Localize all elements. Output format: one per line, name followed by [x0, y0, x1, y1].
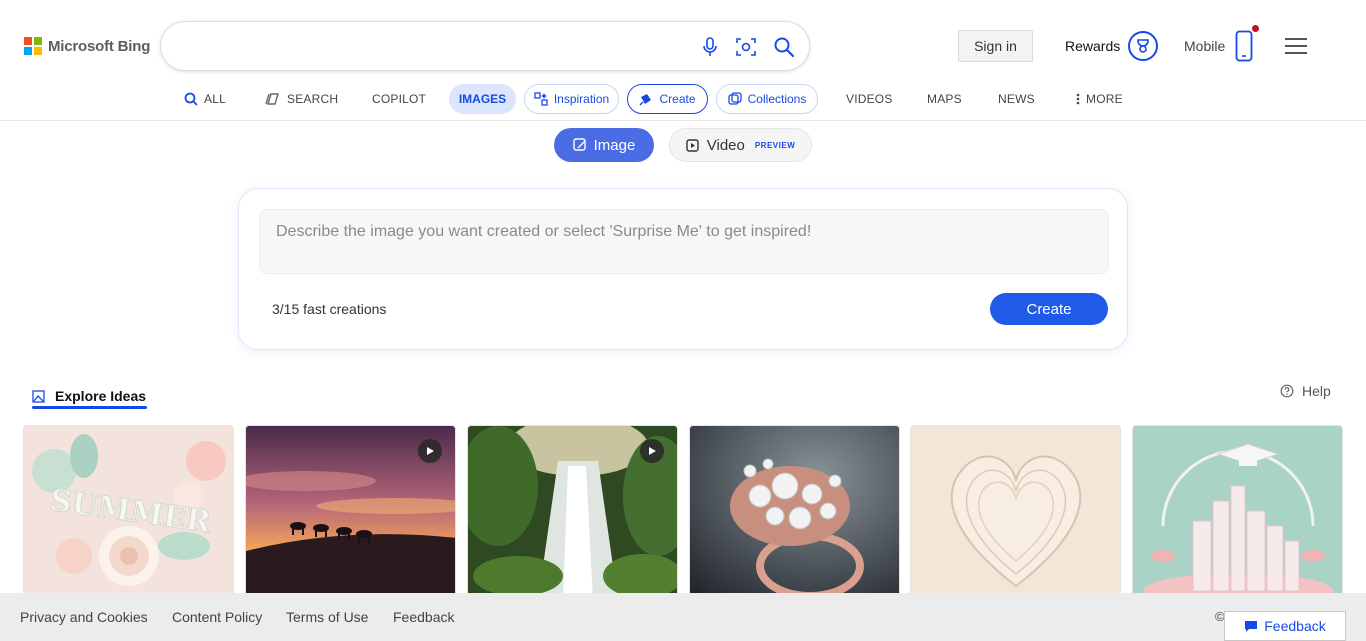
rewards-label: Rewards	[1065, 38, 1121, 54]
search-scope-icon	[265, 93, 279, 105]
search-small-icon	[184, 92, 198, 106]
tab-maps-label: MAPS	[927, 92, 962, 106]
visual-search-icon[interactable]	[734, 35, 758, 59]
image-icon	[32, 389, 45, 403]
tab-collections-label: Collections	[747, 92, 807, 106]
bing-image-creator-page: Microsoft Bing Sign in Rewards Mobile AL…	[0, 0, 1366, 641]
video-icon	[686, 138, 699, 152]
explore-item-pearl-ring[interactable]	[689, 425, 900, 600]
play-icon	[418, 439, 442, 463]
tab-create[interactable]: Create	[627, 84, 708, 114]
tab-copilot-label: COPILOT	[372, 92, 427, 106]
tab-maps[interactable]: MAPS	[927, 84, 962, 114]
more-vertical-icon	[1076, 93, 1080, 105]
rewards-button[interactable]: Rewards	[1065, 31, 1159, 61]
preview-badge: PREVIEW	[754, 140, 796, 150]
inspiration-icon	[534, 92, 548, 106]
tab-news[interactable]: NEWS	[998, 84, 1035, 114]
feedback-link[interactable]: Feedback	[393, 609, 454, 625]
tab-search[interactable]: SEARCH	[265, 84, 338, 114]
tab-news-label: NEWS	[998, 92, 1035, 106]
header: Microsoft Bing Sign in Rewards Mobile AL…	[0, 0, 1366, 121]
create-button[interactable]: Create	[990, 293, 1108, 325]
explore-ideas-label: Explore Ideas	[55, 388, 147, 404]
sign-in-button[interactable]: Sign in	[958, 30, 1033, 62]
image-mode-button[interactable]: Image	[554, 128, 654, 162]
tab-inspiration[interactable]: Inspiration	[524, 84, 619, 114]
explore-item-pastel-city[interactable]	[1132, 425, 1343, 600]
explore-tab-indicator	[32, 406, 147, 409]
tab-all[interactable]: ALL	[184, 84, 226, 114]
create-brush-icon	[639, 94, 652, 106]
search-box	[160, 21, 810, 71]
trophy-icon	[1128, 31, 1159, 61]
menu-icon[interactable]	[1285, 38, 1307, 54]
mobile-label: Mobile	[1184, 38, 1226, 54]
image-mode-label: Image	[593, 136, 636, 154]
search-icon[interactable]	[772, 35, 796, 59]
microsoft-logo-icon	[24, 37, 42, 55]
tab-search-label: SEARCH	[287, 92, 339, 106]
mobile-button[interactable]: Mobile	[1184, 25, 1260, 62]
explore-item-camels-sunset[interactable]	[245, 425, 456, 600]
content-policy-link[interactable]: Content Policy	[172, 609, 262, 625]
feedback-button-label: Feedback	[1264, 618, 1326, 634]
tab-images[interactable]: IMAGES	[449, 84, 516, 114]
video-mode-label: Video	[706, 136, 745, 154]
terms-link[interactable]: Terms of Use	[286, 609, 368, 625]
help-button[interactable]: Help	[1280, 383, 1331, 399]
fast-creations-count: 3/15 fast creations	[272, 301, 387, 317]
tab-collections[interactable]: Collections	[716, 84, 818, 114]
image-edit-icon	[572, 138, 586, 151]
video-mode-button[interactable]: Video PREVIEW	[669, 128, 812, 162]
play-icon	[640, 439, 664, 463]
tab-all-label: ALL	[204, 92, 226, 106]
tab-videos-label: VIDEOS	[846, 92, 893, 106]
collections-icon	[727, 92, 742, 105]
tab-more[interactable]: MORE	[1076, 84, 1123, 114]
tab-inspiration-label: Inspiration	[553, 92, 610, 106]
tab-videos[interactable]: VIDEOS	[846, 84, 893, 114]
explore-item-paper-heart[interactable]	[910, 425, 1121, 600]
feedback-icon	[1245, 620, 1258, 632]
explore-item-summer-flowers[interactable]: SUMMER	[23, 425, 234, 600]
microphone-icon[interactable]	[698, 35, 722, 59]
prompt-area	[259, 209, 1109, 274]
tab-create-label: Create	[659, 92, 696, 106]
tab-copilot[interactable]: COPILOT	[372, 84, 426, 114]
prompt-input[interactable]	[276, 223, 1096, 263]
create-card: 3/15 fast creations Create	[238, 188, 1128, 350]
brand-name: Microsoft Bing	[48, 37, 151, 55]
explore-item-waterfall[interactable]	[467, 425, 678, 600]
privacy-link[interactable]: Privacy and Cookies	[20, 609, 148, 625]
bing-logo[interactable]: Microsoft Bing	[24, 37, 150, 55]
mobile-phone-icon	[1235, 25, 1260, 62]
help-label: Help	[1302, 383, 1331, 399]
tab-images-label: IMAGES	[458, 92, 507, 106]
feedback-button[interactable]: Feedback	[1224, 611, 1346, 641]
scope-nav: ALL SEARCH COPILOT IMAGES Inspiration Cr…	[0, 84, 1366, 114]
help-icon	[1280, 384, 1294, 398]
footer: Privacy and Cookies Content Policy Terms…	[0, 593, 1366, 641]
notification-dot	[1252, 25, 1260, 32]
tab-more-label: MORE	[1086, 92, 1123, 106]
search-input[interactable]	[181, 34, 681, 60]
